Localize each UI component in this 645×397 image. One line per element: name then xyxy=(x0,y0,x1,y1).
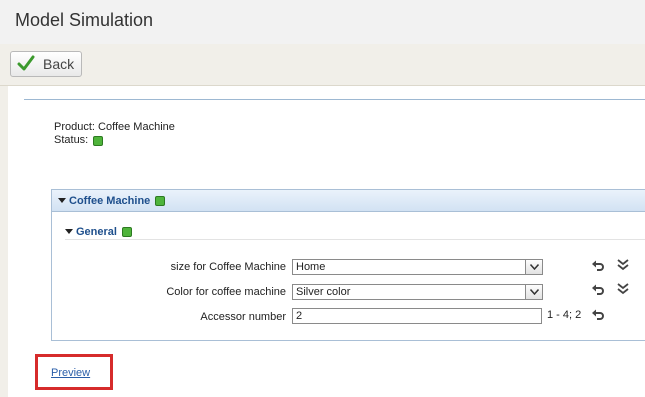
field-label-color: Color for coffee machine xyxy=(166,286,286,298)
size-select[interactable]: Home xyxy=(292,259,543,275)
group-header[interactable]: General xyxy=(65,224,645,240)
undo-icon[interactable] xyxy=(591,283,605,297)
page-title: Model Simulation xyxy=(15,10,154,30)
undo-icon[interactable] xyxy=(591,259,605,273)
back-button-label: Back xyxy=(43,56,75,72)
field-label-accessor: Accessor number xyxy=(200,311,286,323)
group-status-icon xyxy=(121,226,132,237)
back-button[interactable]: Back xyxy=(10,51,82,77)
group-collapse-triangle-icon[interactable] xyxy=(65,229,73,234)
status-indicator-icon xyxy=(93,135,104,146)
chevron-down-icon[interactable] xyxy=(525,260,542,274)
panel-title: Coffee Machine xyxy=(69,194,151,207)
product-value: Coffee Machine xyxy=(98,121,175,133)
product-info: Product: Coffee Machine Status: xyxy=(54,121,175,147)
left-strip xyxy=(0,86,8,397)
status-label: Status: xyxy=(54,134,89,146)
double-chevron-down-icon[interactable] xyxy=(616,282,630,296)
panel-header[interactable]: Coffee Machine xyxy=(52,190,645,212)
title-bar: Model Simulation xyxy=(0,0,645,44)
color-select-value: Silver color xyxy=(296,286,351,298)
undo-icon[interactable] xyxy=(591,308,605,322)
collapse-triangle-icon[interactable] xyxy=(58,198,66,203)
size-select-value: Home xyxy=(296,261,326,273)
general-group: General xyxy=(65,224,645,240)
accessor-range: 1 - 4; 2 xyxy=(547,309,582,321)
group-title: General xyxy=(76,225,117,238)
accessor-number-input[interactable]: 2 xyxy=(292,308,542,324)
accessor-number-value: 2 xyxy=(296,310,303,322)
preview-link[interactable]: Preview xyxy=(51,367,90,379)
checkmark-icon xyxy=(17,55,35,74)
chevron-down-icon[interactable] xyxy=(525,285,542,299)
panel-status-icon xyxy=(155,195,166,206)
coffee-machine-panel: Coffee Machine General size for Coffee M… xyxy=(51,189,645,341)
product-label: Product: xyxy=(54,121,95,133)
color-select[interactable]: Silver color xyxy=(292,284,543,300)
double-chevron-down-icon[interactable] xyxy=(616,258,630,272)
field-label-size: size for Coffee Machine xyxy=(170,261,286,273)
content-divider xyxy=(24,99,645,100)
toolbar: Back xyxy=(0,44,645,86)
